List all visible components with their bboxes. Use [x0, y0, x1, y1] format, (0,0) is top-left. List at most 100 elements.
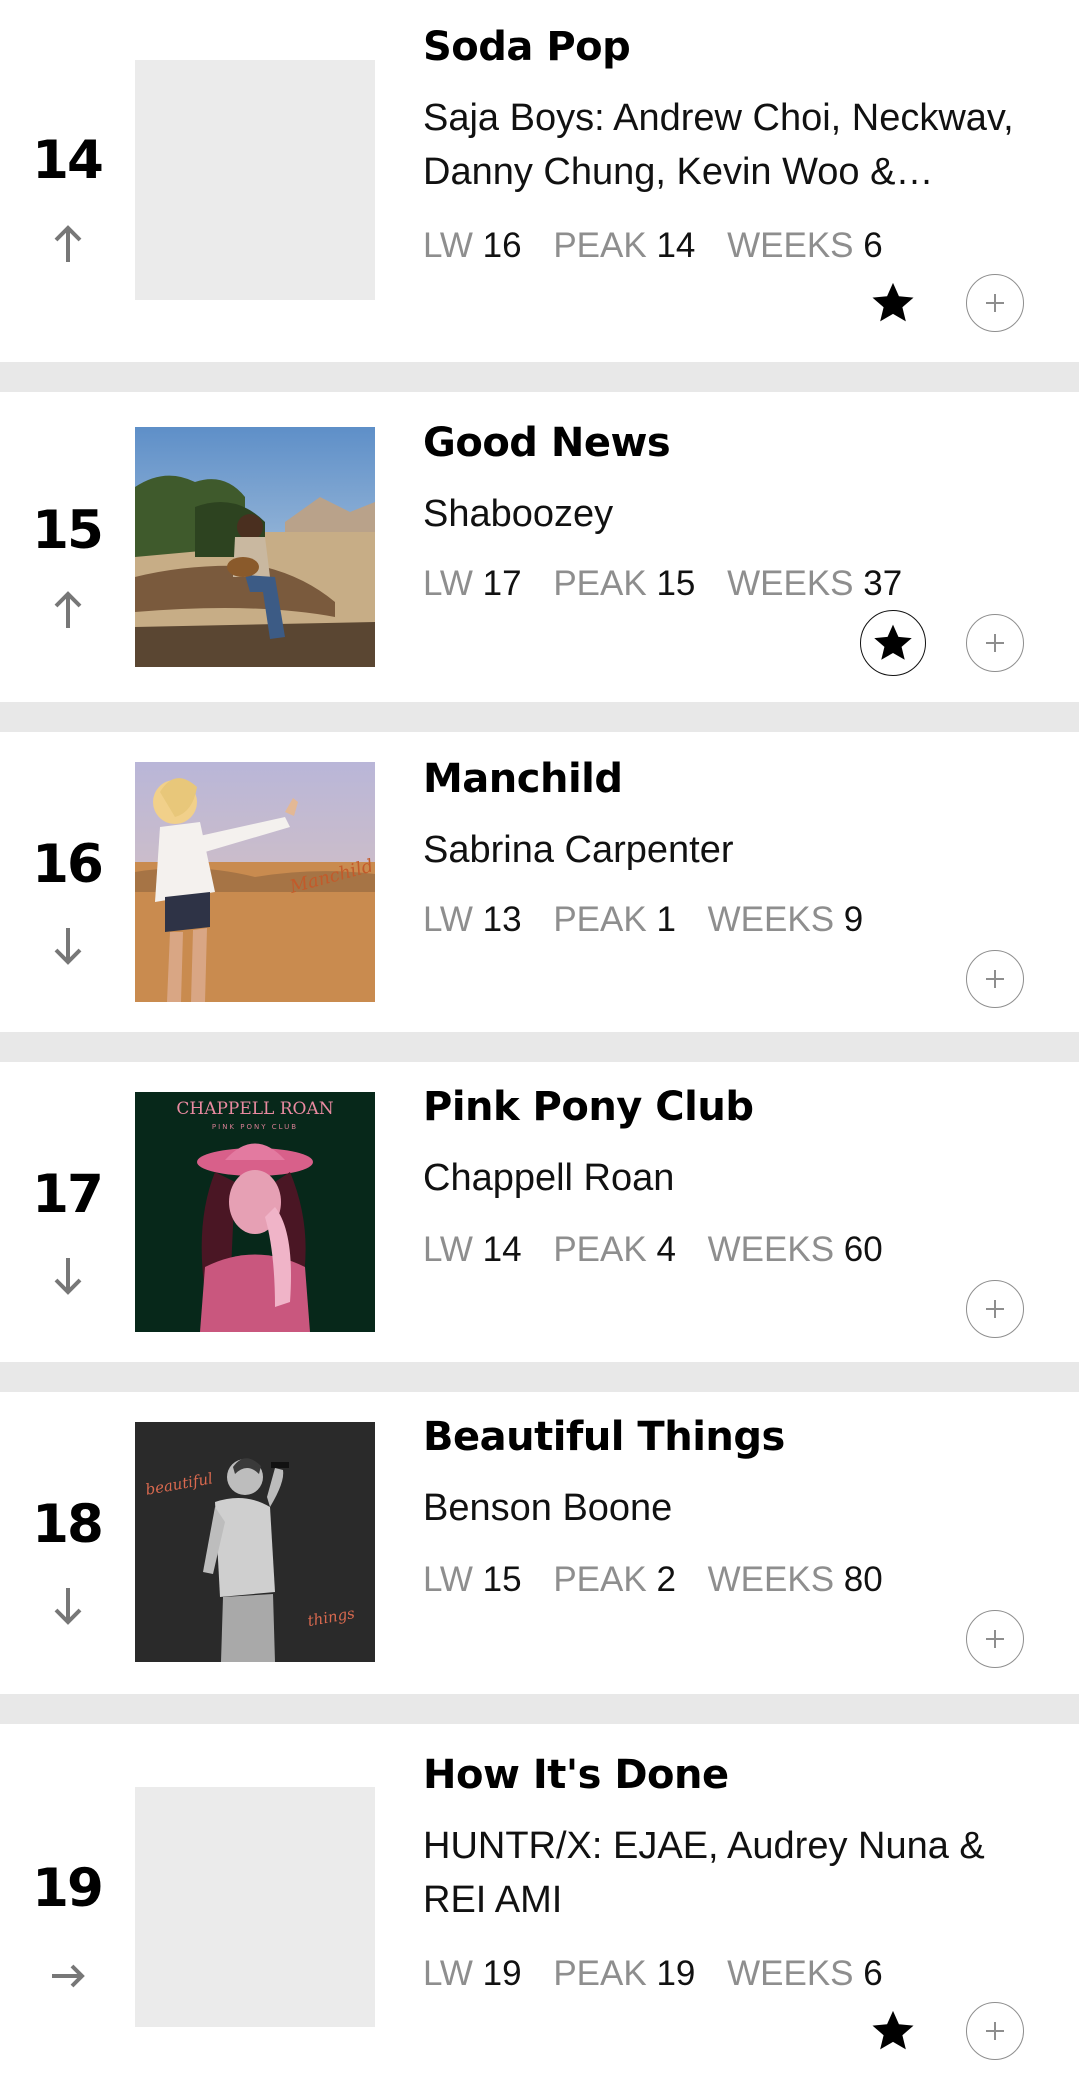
star-icon[interactable] — [860, 270, 926, 336]
song-title[interactable]: Good News — [423, 420, 671, 466]
chart-entry-15[interactable]: 15 Good News Shaboozey LW 17 PEAK 15 WEE… — [0, 392, 1079, 702]
chart-entry-19[interactable]: 19 How It's Done HUNTR/X: EJAE, Audrey N… — [0, 1724, 1079, 2083]
weeks-label: WEEKS — [707, 1560, 835, 1599]
lw-value: 17 — [482, 564, 522, 603]
peak-label: PEAK — [553, 900, 647, 939]
song-title[interactable]: Beautiful Things — [423, 1414, 785, 1460]
stats-row: LW 14 PEAK 4 WEEKS 60 — [423, 1230, 905, 1270]
plus-icon — [986, 970, 1004, 988]
peak-label: PEAK — [553, 1560, 647, 1599]
rank-number: 18 — [32, 1494, 104, 1555]
add-button[interactable] — [966, 274, 1024, 332]
chart-list: 14 Soda Pop Saja Boys: Andrew Choi, Neck… — [0, 0, 1079, 2083]
weeks-label: WEEKS — [727, 564, 854, 603]
plus-icon — [986, 1630, 1004, 1648]
artwork-title-wordmark: PINK PONY CLUB — [212, 1123, 298, 1131]
weeks-label: WEEKS — [707, 1230, 835, 1269]
chart-entry-16[interactable]: 16 Manchild Manchild Sabrina Carpenter L… — [0, 732, 1079, 1032]
plus-icon — [986, 294, 1004, 312]
stats-row: LW 17 PEAK 15 WEEKS 37 — [423, 564, 924, 604]
lw-label: LW — [423, 900, 473, 939]
rank-number: 19 — [32, 1858, 104, 1919]
artist-name[interactable]: Saja Boys: Andrew Choi, Neckwav, Danny C… — [423, 91, 1023, 199]
peak-value: 14 — [656, 226, 696, 265]
peak-value: 4 — [656, 1230, 676, 1269]
rank-number: 17 — [32, 1164, 104, 1225]
peak-label: PEAK — [553, 564, 647, 603]
song-title[interactable]: Soda Pop — [423, 24, 631, 70]
star-icon[interactable] — [860, 610, 926, 676]
weeks-value: 9 — [843, 900, 864, 939]
artist-name[interactable]: Sabrina Carpenter — [423, 823, 1023, 877]
album-art-placeholder — [135, 1787, 375, 2027]
rank-number: 16 — [32, 834, 104, 895]
artwork-artist-wordmark: CHAPPELL ROAN — [176, 1099, 333, 1119]
add-button[interactable] — [966, 2002, 1024, 2060]
add-button[interactable] — [966, 614, 1024, 672]
lw-value: 13 — [482, 900, 522, 939]
weeks-value: 6 — [863, 1954, 883, 1993]
song-title[interactable]: Pink Pony Club — [423, 1084, 754, 1130]
row-divider — [0, 1362, 1079, 1392]
album-art-beautiful-things: beautiful things — [135, 1422, 375, 1662]
peak-label: PEAK — [553, 1954, 647, 1993]
artist-name[interactable]: HUNTR/X: EJAE, Audrey Nuna & REI AMI — [423, 1819, 1023, 1927]
weeks-value: 6 — [863, 226, 883, 265]
artist-name[interactable]: Shaboozey — [423, 487, 1023, 541]
arrow-right-icon — [48, 1954, 88, 1998]
lw-label: LW — [423, 1560, 473, 1599]
weeks-value: 80 — [843, 1560, 883, 1599]
peak-label: PEAK — [553, 226, 647, 265]
lw-label: LW — [423, 1954, 473, 1993]
album-art-pink-pony-club: CHAPPELL ROAN PINK PONY CLUB — [135, 1092, 375, 1332]
lw-value: 16 — [482, 226, 522, 265]
row-divider — [0, 1694, 1079, 1724]
row-divider — [0, 1032, 1079, 1062]
row-divider — [0, 362, 1079, 392]
rank-number: 14 — [32, 130, 104, 191]
arrow-up-icon — [48, 588, 88, 632]
arrow-down-icon — [48, 924, 88, 968]
song-title[interactable]: How It's Done — [423, 1752, 729, 1798]
artist-name[interactable]: Chappell Roan — [423, 1151, 1023, 1205]
arrow-down-icon — [48, 1254, 88, 1298]
peak-value: 1 — [656, 900, 676, 939]
weeks-label: WEEKS — [727, 226, 854, 265]
stats-row: LW 13 PEAK 1 WEEKS 9 — [423, 900, 885, 940]
peak-value: 19 — [656, 1954, 696, 1993]
lw-label: LW — [423, 226, 473, 265]
weeks-label: WEEKS — [727, 1954, 854, 1993]
peak-label: PEAK — [553, 1230, 647, 1269]
stats-row: LW 16 PEAK 14 WEEKS 6 — [423, 226, 905, 266]
lw-value: 15 — [482, 1560, 522, 1599]
album-art-manchild: Manchild — [135, 762, 375, 1002]
peak-value: 15 — [656, 564, 696, 603]
star-icon[interactable] — [860, 1998, 926, 2064]
lw-label: LW — [423, 1230, 473, 1269]
plus-icon — [986, 2022, 1004, 2040]
album-art-placeholder — [135, 60, 375, 300]
chart-entry-17[interactable]: 17 CHAPPELL ROAN PINK PONY CLUB Pink Pon… — [0, 1062, 1079, 1362]
stats-row: LW 19 PEAK 19 WEEKS 6 — [423, 1954, 905, 1994]
add-button[interactable] — [966, 1610, 1024, 1668]
add-button[interactable] — [966, 1280, 1024, 1338]
weeks-label: WEEKS — [707, 900, 835, 939]
add-button[interactable] — [966, 950, 1024, 1008]
album-art-good-news — [135, 427, 375, 667]
lw-value: 19 — [482, 1954, 522, 1993]
arrow-up-icon — [48, 222, 88, 266]
lw-value: 14 — [482, 1230, 522, 1269]
song-title[interactable]: Manchild — [423, 756, 623, 802]
chart-entry-18[interactable]: 18 beautiful things Beautiful Things Ben… — [0, 1392, 1079, 1694]
arrow-down-icon — [48, 1584, 88, 1628]
weeks-value: 37 — [863, 564, 903, 603]
plus-icon — [986, 634, 1004, 652]
plus-icon — [986, 1300, 1004, 1318]
artist-name[interactable]: Benson Boone — [423, 1481, 1023, 1535]
chart-entry-14[interactable]: 14 Soda Pop Saja Boys: Andrew Choi, Neck… — [0, 0, 1079, 362]
peak-value: 2 — [656, 1560, 676, 1599]
row-divider — [0, 702, 1079, 732]
stats-row: LW 15 PEAK 2 WEEKS 80 — [423, 1560, 905, 1600]
rank-number: 15 — [32, 500, 104, 561]
weeks-value: 60 — [843, 1230, 883, 1269]
